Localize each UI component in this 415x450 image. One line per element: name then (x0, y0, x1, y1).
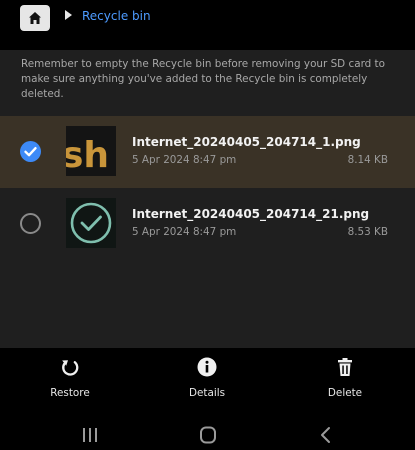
back-chevron-icon (321, 427, 330, 443)
details-button[interactable]: Details (172, 356, 242, 399)
home-nav-button[interactable] (196, 426, 220, 444)
recent-apps-button[interactable] (78, 426, 102, 444)
info-icon (197, 357, 217, 377)
file-size: 8.53 KB (347, 226, 388, 238)
file-date: 5 Apr 2024 8:47 pm (132, 154, 237, 166)
top-bar: Recycle bin (0, 0, 415, 50)
restore-button[interactable]: Restore (35, 356, 105, 399)
delete-label: Delete (327, 387, 363, 399)
file-name: Internet_20240405_204714_1.png (132, 135, 361, 149)
breadcrumb-recycle-bin[interactable]: Recycle bin (82, 9, 151, 23)
checkbox-selected[interactable] (20, 141, 41, 162)
recent-apps-icon (83, 428, 97, 442)
home-icon (29, 12, 41, 24)
system-nav-bar (0, 410, 415, 450)
back-button[interactable] (314, 426, 338, 444)
delete-button[interactable]: Delete (310, 356, 380, 399)
file-size: 8.14 KB (347, 154, 388, 166)
recycle-bin-notice: Remember to empty the Recycle bin before… (21, 58, 385, 100)
home-button[interactable] (20, 5, 50, 31)
file-thumbnail: sh (66, 126, 116, 176)
file-date: 5 Apr 2024 8:47 pm (132, 226, 237, 238)
trash-icon (338, 358, 352, 376)
screen: Recycle bin Remember to empty the Recycl… (0, 0, 415, 450)
checkbox-unselected[interactable] (20, 213, 41, 234)
chevron-right-icon (65, 10, 72, 20)
restore-icon (62, 360, 79, 376)
action-bar: Restore Details Delete (0, 348, 415, 410)
restore-label: Restore (50, 387, 90, 399)
file-row[interactable]: sh Internet_20240405_204714_1.png 5 Apr … (0, 116, 415, 188)
file-row[interactable]: Internet_20240405_204714_21.png 5 Apr 20… (0, 188, 415, 260)
thumbnail-text: sh (66, 135, 109, 176)
home-circle-icon (200, 426, 216, 444)
check-icon (24, 147, 37, 157)
recycle-bin-panel: Remember to empty the Recycle bin before… (0, 50, 415, 348)
file-name: Internet_20240405_204714_21.png (132, 207, 370, 221)
file-thumbnail (66, 198, 116, 248)
details-label: Details (188, 387, 226, 399)
